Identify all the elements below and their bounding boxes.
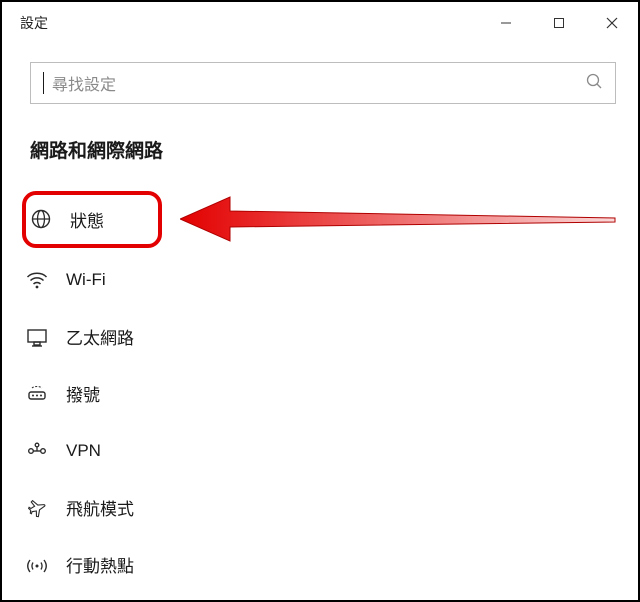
minimize-icon xyxy=(500,17,512,29)
menu-item-label: VPN xyxy=(66,441,101,461)
menu-item-status[interactable]: 狀態 xyxy=(22,191,162,248)
maximize-icon xyxy=(553,17,565,29)
globe-icon xyxy=(30,208,52,230)
close-button[interactable] xyxy=(585,2,638,44)
search-input[interactable]: 尋找設定 xyxy=(30,62,616,104)
menu-item-label: 狀態 xyxy=(70,207,104,232)
window-controls xyxy=(479,2,638,44)
dialup-icon xyxy=(26,383,48,405)
hotspot-icon xyxy=(26,554,48,576)
text-cursor xyxy=(43,72,44,94)
maximize-button[interactable] xyxy=(532,2,585,44)
menu: 狀態 Wi-Fi 乙太網路 xyxy=(2,171,638,593)
menu-item-label: 飛航模式 xyxy=(66,495,134,520)
title-bar: 設定 xyxy=(2,2,638,44)
menu-item-label: 撥號 xyxy=(66,381,100,406)
menu-item-label: 乙太網路 xyxy=(66,324,134,349)
section-header: 網路和網際網路 xyxy=(2,108,638,171)
annotation-arrow xyxy=(180,189,620,249)
wifi-icon xyxy=(26,269,48,291)
menu-item-vpn[interactable]: VPN xyxy=(2,422,638,479)
menu-item-wifi[interactable]: Wi-Fi xyxy=(2,251,638,308)
airplane-icon xyxy=(26,497,48,519)
menu-item-ethernet[interactable]: 乙太網路 xyxy=(2,308,638,365)
minimize-button[interactable] xyxy=(479,2,532,44)
close-icon xyxy=(606,17,618,29)
window-title: 設定 xyxy=(20,13,48,33)
menu-item-airplane[interactable]: 飛航模式 xyxy=(2,479,638,536)
vpn-icon xyxy=(26,440,48,462)
ethernet-icon xyxy=(26,326,48,348)
settings-window: 設定 尋找設定 網路和網際網路 xyxy=(0,0,640,602)
highlighted-row: 狀態 xyxy=(2,189,638,249)
menu-item-label: Wi-Fi xyxy=(66,270,106,290)
menu-item-hotspot[interactable]: 行動熱點 xyxy=(2,536,638,593)
search-icon xyxy=(585,72,603,95)
search-placeholder: 尋找設定 xyxy=(52,71,577,95)
search-container: 尋找設定 xyxy=(2,44,638,108)
menu-item-dialup[interactable]: 撥號 xyxy=(2,365,638,422)
menu-item-label: 行動熱點 xyxy=(66,552,134,577)
